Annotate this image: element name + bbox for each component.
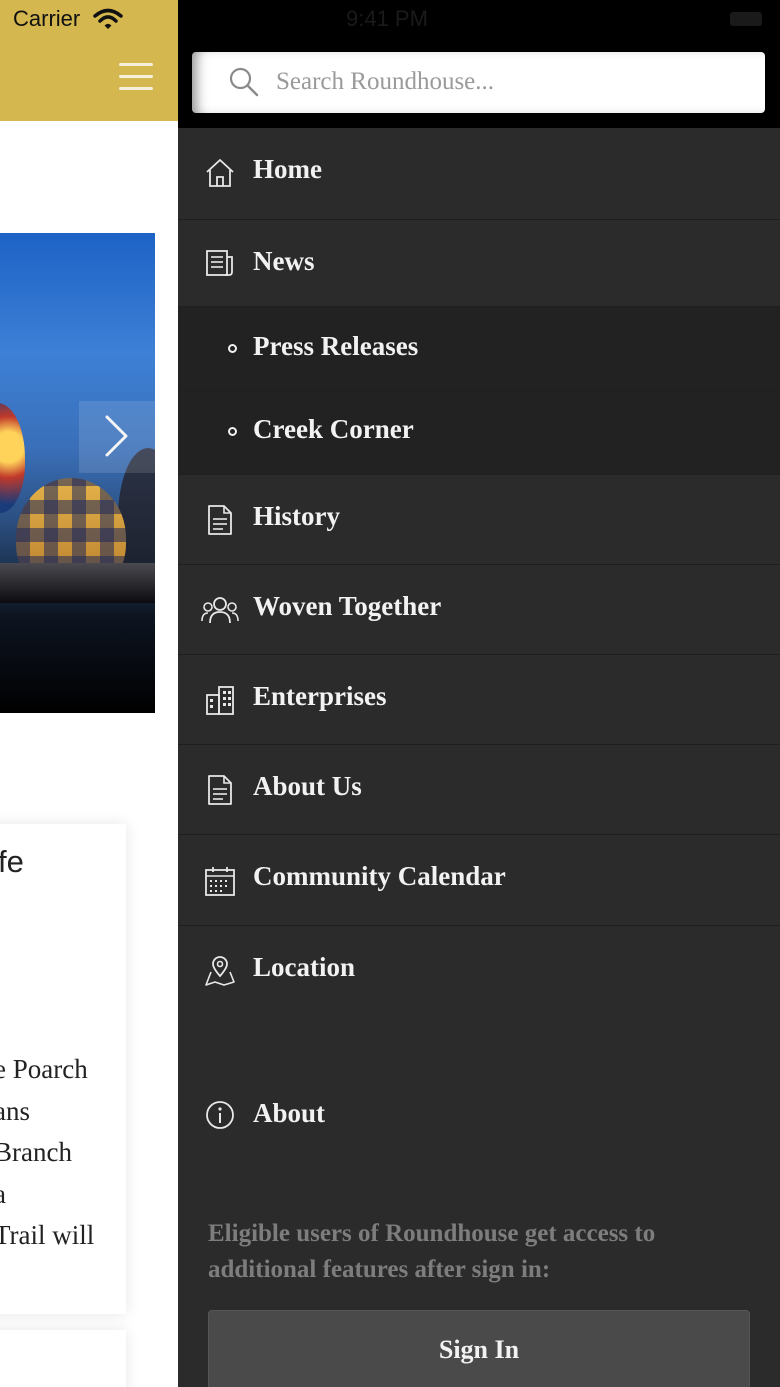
people-icon <box>201 597 239 624</box>
card-text-line: Trail will <box>0 1220 95 1250</box>
menu-item-label: Press Releases <box>253 331 419 361</box>
status-bar: 9:41 PM <box>178 0 780 40</box>
news-card[interactable] <box>0 1330 126 1387</box>
carousel-next-button[interactable] <box>79 401 155 473</box>
navigation-drawer: 9:41 PM Home <box>178 0 780 1387</box>
search-icon <box>229 67 259 97</box>
submenu-item-creek-corner[interactable]: Creek Corner <box>178 391 780 475</box>
card-title: fe <box>0 844 24 879</box>
menu-item-label: Creek Corner <box>253 414 414 444</box>
submenu-item-press-releases[interactable]: Press Releases <box>178 307 780 391</box>
card-text-line: ans <box>0 1096 30 1126</box>
document-icon <box>208 775 232 805</box>
map-pin-icon <box>205 956 235 986</box>
hamburger-menu-icon[interactable] <box>119 63 153 91</box>
menu-item-news[interactable]: News <box>178 220 780 307</box>
signin-note: Eligible users of Roundhouse get access … <box>208 1220 656 1283</box>
buildings-icon <box>206 686 234 715</box>
hero-carousel[interactable] <box>0 233 155 713</box>
balloon-image <box>0 403 25 513</box>
background-app: Carrier fe e Poarch ans Branch a Trail w… <box>0 0 178 1387</box>
menu-item-label: About Us <box>253 771 362 801</box>
menu-item-location[interactable]: Location <box>178 926 780 1016</box>
app-header: Carrier <box>0 0 178 121</box>
newspaper-icon <box>206 250 233 276</box>
menu-item-history[interactable]: History <box>178 475 780 565</box>
search-bar <box>178 40 780 128</box>
home-icon <box>206 159 234 187</box>
status-time: 9:41 PM <box>346 6 428 31</box>
card-text-line: a <box>0 1179 6 1210</box>
bullet-icon <box>228 344 237 353</box>
menu-item-about[interactable]: About <box>178 1084 780 1148</box>
document-icon <box>208 505 232 535</box>
menu-item-label: Community Calendar <box>253 861 506 891</box>
bullet-icon <box>228 427 237 436</box>
wifi-icon <box>93 8 123 29</box>
menu-item-enterprises[interactable]: Enterprises <box>178 655 780 745</box>
menu-item-community-calendar[interactable]: Community Calendar <box>178 835 780 926</box>
menu-item-label: Enterprises <box>253 681 387 711</box>
chevron-right-icon <box>105 415 128 457</box>
card-text-line: Branch <box>0 1137 72 1167</box>
menu-item-label: News <box>253 246 315 276</box>
drawer-menu: Home News Press Releases Creek Corner Hi… <box>178 128 780 1016</box>
card-text-line: e Poarch <box>0 1054 88 1084</box>
carrier-label: Carrier <box>13 6 81 31</box>
info-icon <box>206 1101 234 1129</box>
calendar-icon <box>205 867 235 896</box>
menu-item-label: Location <box>253 952 356 982</box>
battery-icon <box>730 12 762 26</box>
menu-item-about-us[interactable]: About Us <box>178 745 780 835</box>
menu-item-label: About <box>253 1098 326 1128</box>
sign-in-button[interactable]: Sign In <box>208 1310 750 1387</box>
search-input[interactable] <box>276 60 746 104</box>
menu-item-label: History <box>253 501 340 531</box>
menu-item-label: Woven Together <box>253 591 442 621</box>
crowd-silhouette <box>0 563 155 603</box>
news-card[interactable]: fe e Poarch ans Branch a Trail will <box>0 824 126 1314</box>
menu-item-label: Home <box>253 154 322 184</box>
menu-item-woven-together[interactable]: Woven Together <box>178 565 780 655</box>
menu-item-home[interactable]: Home <box>178 128 780 220</box>
search-box[interactable] <box>192 52 765 113</box>
